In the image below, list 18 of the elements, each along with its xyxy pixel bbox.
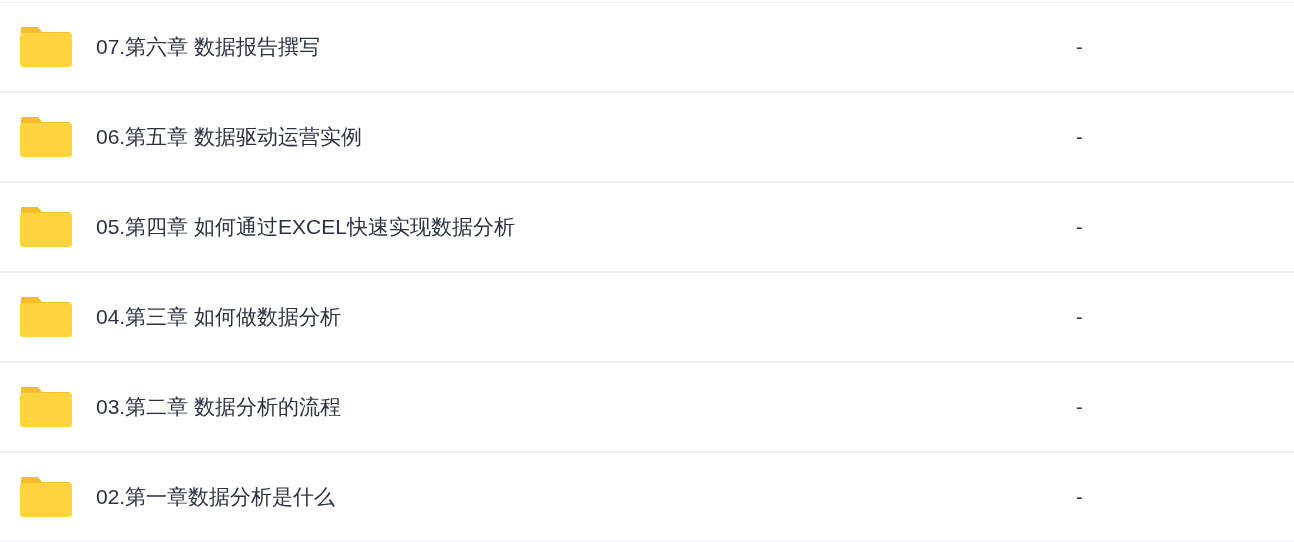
folder-name[interactable]: 05.第四章 如何通过EXCEL快速实现数据分析 <box>96 211 1076 243</box>
folder-icon <box>20 207 72 247</box>
file-size: - <box>1076 485 1083 510</box>
file-size: - <box>1076 125 1083 150</box>
file-size: - <box>1076 395 1083 420</box>
folder-icon <box>20 387 72 427</box>
folder-name[interactable]: 03.第二章 数据分析的流程 <box>96 391 1076 423</box>
folder-icon <box>20 477 72 517</box>
folder-icon <box>20 117 72 157</box>
folder-icon <box>20 297 72 337</box>
folder-icon <box>20 27 72 67</box>
file-size: - <box>1076 35 1083 60</box>
file-size: - <box>1076 215 1083 240</box>
file-size: - <box>1076 305 1083 330</box>
folder-name[interactable]: 06.第五章 数据驱动运营实例 <box>96 121 1076 153</box>
folder-name[interactable]: 04.第三章 如何做数据分析 <box>96 301 1076 333</box>
folder-name[interactable]: 02.第一章数据分析是什么 <box>96 481 1076 513</box>
folder-name[interactable]: 07.第六章 数据报告撰写 <box>96 31 1076 63</box>
